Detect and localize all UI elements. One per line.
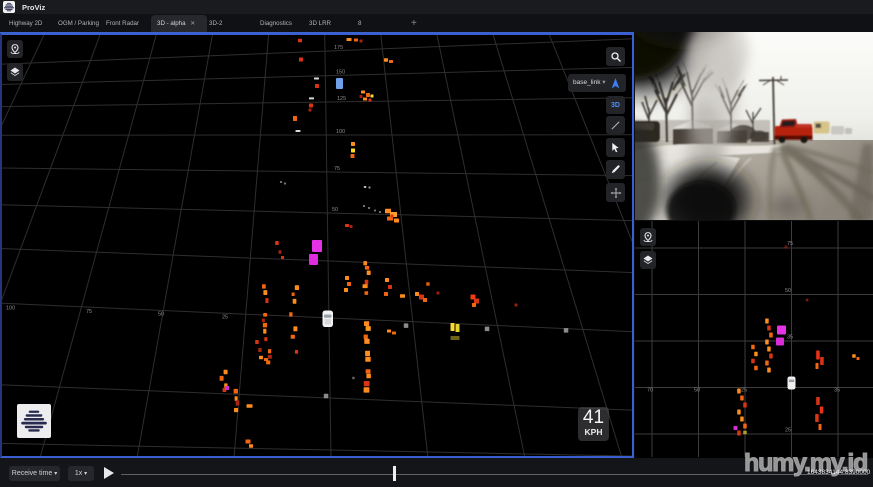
svg-text:175: 175 xyxy=(334,45,343,51)
svg-text:25: 25 xyxy=(222,315,228,321)
svg-text:125: 125 xyxy=(337,96,346,102)
svg-text:75: 75 xyxy=(787,241,793,247)
svg-text:150: 150 xyxy=(336,70,345,76)
svg-text:75: 75 xyxy=(334,166,340,172)
svg-text:25: 25 xyxy=(785,428,791,434)
svg-text:100: 100 xyxy=(6,306,15,312)
svg-text:35: 35 xyxy=(834,388,840,394)
svg-text:50: 50 xyxy=(158,312,164,318)
svg-text:70: 70 xyxy=(647,388,653,394)
svg-text:75: 75 xyxy=(86,309,92,315)
svg-text:35: 35 xyxy=(787,335,793,341)
svg-text:50: 50 xyxy=(694,388,700,394)
svg-text:50: 50 xyxy=(785,288,791,294)
svg-text:50: 50 xyxy=(332,207,338,213)
svg-text:100: 100 xyxy=(336,129,345,135)
svg-text:25: 25 xyxy=(741,388,747,394)
